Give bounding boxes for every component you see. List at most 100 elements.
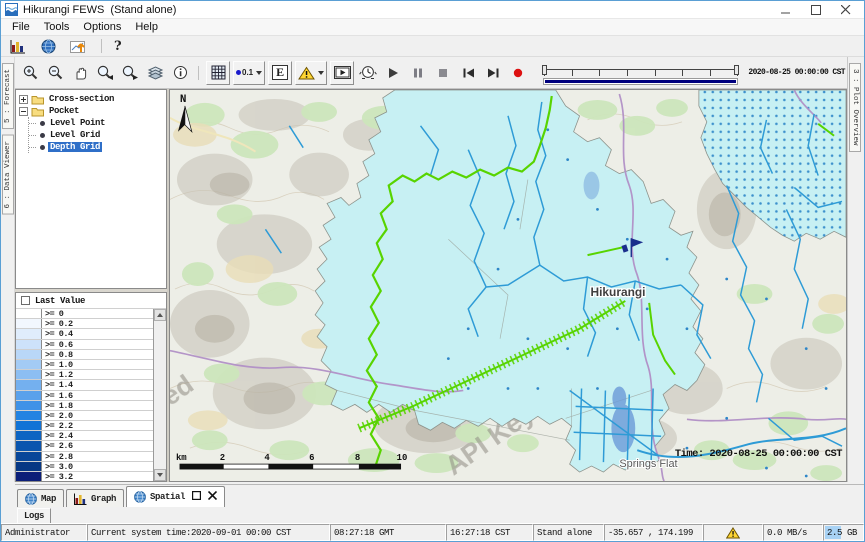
legend-row[interactable]: >= 1.4 [16,380,153,390]
legend-panel: Last Value >= 0 >= 0.2 [15,292,167,482]
warnings-dropdown-button[interactable] [295,61,327,85]
tree-node-level-point[interactable]: Level Point [29,117,166,129]
zoom-out-icon[interactable] [44,62,66,84]
tab-maximize-icon[interactable] [192,491,201,503]
bullet-icon [40,121,45,126]
window-title: Hikurangi FEWS (Stand alone) [23,4,176,16]
zoom-in-icon[interactable] [19,62,41,84]
interval-dropdown-button[interactable]: 0.1 [233,61,265,85]
scroll-up-button[interactable] [154,309,166,321]
status-network-rate: 0.0 MB/s [763,524,823,541]
legend-row[interactable]: >= 0.6 [16,340,153,350]
main-toolbar: ? [1,36,864,57]
bullet-icon [40,133,45,138]
tree-node-level-grid[interactable]: Level Grid [29,129,166,141]
layers-icon[interactable] [144,62,166,84]
legend-color-swatch [16,421,42,430]
legend-class-label: >= 1.2 [42,370,153,379]
legend-row[interactable]: >= 2.2 [16,421,153,431]
stop-button[interactable] [432,62,454,84]
legend-row[interactable]: >= 1.0 [16,360,153,370]
tree-children: Level Point Level Grid Depth Grid [28,117,166,153]
help-icon[interactable]: ? [114,39,122,54]
legend-color-swatch [16,411,42,420]
timeseries-dialog-icon[interactable] [7,35,29,57]
animation-settings-icon[interactable] [357,62,379,84]
legend-scrollbar[interactable] [153,309,166,481]
left-panel: Cross-section Pocket Level Point Level G… [15,89,169,482]
legend-row[interactable]: >= 1.2 [16,370,153,380]
title-bar: Hikurangi FEWS (Stand alone) [1,1,864,19]
globe-icon [134,491,146,503]
tab-graph[interactable]: Graph [66,489,124,507]
collapse-icon[interactable] [19,107,28,116]
map-display-icon[interactable] [37,35,59,57]
place-label-springs-flat: Springs Flat [619,458,677,470]
zoom-next-icon[interactable] [119,62,141,84]
status-mode: Stand alone [533,524,604,541]
step-back-button[interactable] [457,62,479,84]
pause-button[interactable] [407,62,429,84]
play-button[interactable] [382,62,404,84]
legend-class-label: >= 0.4 [42,329,153,338]
expand-icon[interactable] [19,95,28,104]
tree-node-depth-grid[interactable]: Depth Grid [29,141,166,153]
legend-row[interactable]: >= 2.8 [16,452,153,462]
legend-color-swatch [16,441,42,450]
zoom-previous-icon[interactable] [94,62,116,84]
menu-item[interactable]: Options [76,20,128,34]
record-button[interactable] [507,62,529,84]
left-tab-strip: 5 : Forecast 6 : Data Viewer [1,57,15,482]
tree-node-cross-section[interactable]: Cross-section [19,93,166,105]
pan-hand-icon[interactable] [69,62,91,84]
tab-plot-overview[interactable]: 3 : Plot Overview [849,63,861,152]
grid-toggle-button[interactable] [206,61,230,85]
menu-item[interactable]: File [5,20,37,34]
maximize-button[interactable] [810,4,822,15]
legend-row[interactable]: >= 1.6 [16,391,153,401]
menu-item[interactable]: Tools [37,20,77,34]
svg-text:4: 4 [264,453,270,463]
tab-data-viewer[interactable]: 6 : Data Viewer [2,135,14,215]
legend-class-label: >= 1.0 [42,360,153,369]
tab-spatial[interactable]: Spatial [126,486,225,507]
tab-close-icon[interactable] [208,491,217,503]
legend-row[interactable]: >= 0.2 [16,319,153,329]
legend-class-label: >= 0.6 [42,340,153,349]
menu-item[interactable]: Help [128,20,165,34]
last-value-label: Last Value [35,296,85,306]
time-span-bar[interactable] [544,79,737,84]
legend-row[interactable]: >= 0.8 [16,350,153,360]
time-slider[interactable] [544,61,737,87]
logs-button[interactable]: Logs [17,508,51,524]
slider-handle-end[interactable] [734,65,739,75]
legend-row[interactable]: >= 0.4 [16,329,153,339]
tab-label: Map [41,494,56,504]
legend-row[interactable]: >= 2.4 [16,431,153,441]
legend-color-swatch [16,380,42,389]
legend-row[interactable]: >= 3.2 [16,472,153,481]
status-gmt-time: 08:27:18 GMT [330,524,446,541]
legend-row[interactable]: >= 2.6 [16,441,153,451]
legend-row[interactable]: >= 3.0 [16,462,153,472]
movie-export-button[interactable] [330,61,354,85]
info-icon[interactable] [169,62,191,84]
tab-forecast[interactable]: 5 : Forecast [2,63,14,129]
legend-row[interactable]: >= 2.0 [16,411,153,421]
map-viewport[interactable]: API Key Required API Key Required [169,89,847,482]
tree-node-pocket[interactable]: Pocket [19,105,166,117]
legend-row[interactable]: >= 0 [16,309,153,319]
step-forward-button[interactable] [482,62,504,84]
legend-classes-button[interactable]: E [268,61,292,85]
profile-display-icon[interactable] [67,35,89,57]
status-warning[interactable] [703,524,763,541]
interval-value: 0.1 [242,68,253,77]
slider-handle-start[interactable] [542,65,547,75]
legend-row[interactable]: >= 1.8 [16,401,153,411]
close-button[interactable] [840,4,852,15]
tab-map[interactable]: Map [17,489,64,507]
tree-node-label: Pocket [47,106,81,116]
last-value-checkbox[interactable] [21,296,30,305]
minimize-button[interactable] [780,4,792,15]
scroll-down-button[interactable] [154,469,166,481]
